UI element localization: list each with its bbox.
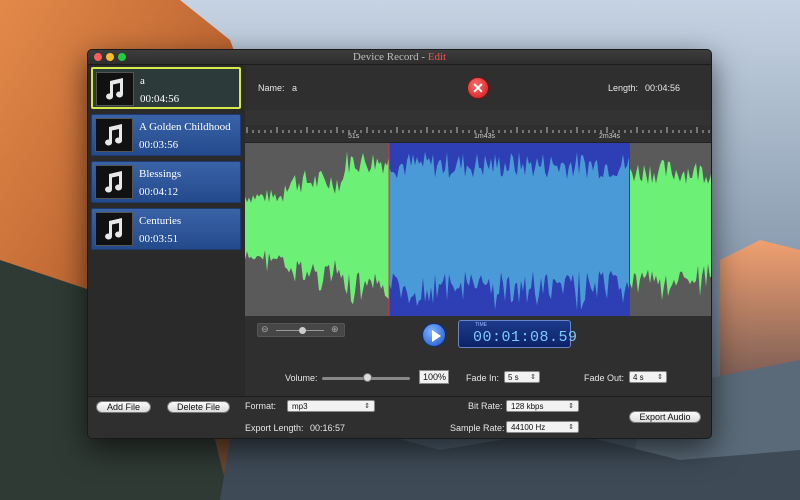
music-note-icon xyxy=(95,165,133,199)
track-duration: 00:04:12 xyxy=(139,186,179,198)
fade-out-value: 4 s xyxy=(633,373,644,382)
waveform-right xyxy=(630,159,711,301)
close-icon: ✕ xyxy=(472,80,484,96)
track-item-a[interactable]: a 00:04:56 xyxy=(91,67,241,109)
waveform-view[interactable] xyxy=(245,143,712,316)
bit-rate-label: Bit Rate: xyxy=(468,401,503,411)
music-note-icon xyxy=(96,72,134,106)
track-name: Blessings xyxy=(139,168,182,180)
music-note-icon xyxy=(95,118,133,152)
waveform-left xyxy=(245,151,389,305)
fade-out-select[interactable]: 4 s ⇕ xyxy=(629,371,667,383)
window-title-mode: Edit xyxy=(427,51,447,63)
fade-out-label: Fade Out: xyxy=(584,373,625,383)
export-length-label: Export Length: xyxy=(245,423,304,433)
add-file-button[interactable]: Add File xyxy=(96,401,151,413)
length-value: 00:04:56 xyxy=(645,83,681,93)
time-caption: TIME xyxy=(475,322,487,328)
delete-file-button[interactable]: Delete File xyxy=(167,401,230,413)
track-duration: 00:03:51 xyxy=(139,233,179,245)
name-value: a xyxy=(292,83,298,93)
select-arrow-icon: ⇕ xyxy=(657,374,663,381)
ruler-mark: 51s xyxy=(348,133,360,140)
format-value: mp3 xyxy=(292,402,308,411)
zoom-knob[interactable] xyxy=(299,327,306,334)
sample-rate-label: Sample Rate: xyxy=(450,423,505,433)
format-select[interactable]: mp3 ⇕ xyxy=(287,400,375,412)
export-bar: Add File Delete File Format: mp3 ⇕ Expor… xyxy=(88,396,711,438)
time-ruler: 51s 1m43s 2m34s xyxy=(245,125,711,143)
volume-label: Volume: xyxy=(285,373,318,383)
track-item-centuries[interactable]: Centuries 00:03:51 xyxy=(91,208,241,250)
time-value: 00:01:08.59 xyxy=(473,329,578,346)
bit-rate-value: 128 kbps xyxy=(511,402,544,411)
zoom-window-button[interactable] xyxy=(118,53,126,61)
music-note-icon xyxy=(95,212,133,246)
zoom-slider[interactable]: ⊖ ⊕ xyxy=(257,323,345,337)
select-arrow-icon: ⇕ xyxy=(364,403,370,410)
track-info-bar: Name: a ✕ Length: 00:04:56 xyxy=(245,65,711,110)
track-item-blessings[interactable]: Blessings 00:04:12 xyxy=(91,161,241,203)
volume-knob[interactable] xyxy=(363,373,372,382)
select-arrow-icon: ⇕ xyxy=(568,424,574,431)
time-display: TIME 00:01:08.59 xyxy=(458,320,577,348)
bit-rate-select[interactable]: 128 kbps ⇕ xyxy=(506,400,579,412)
app-window: Device Record - Edit a 00:04:56 A Golden… xyxy=(87,49,712,439)
track-list: a 00:04:56 A Golden Childhood 00:03:56 B… xyxy=(88,65,245,396)
track-name: A Golden Childhood xyxy=(139,121,231,133)
remove-track-button[interactable]: ✕ xyxy=(467,77,489,99)
zoom-out-icon[interactable]: ⊖ xyxy=(261,324,269,335)
title-bar: Device Record - Edit xyxy=(88,50,711,65)
window-title: Device Record - xyxy=(352,51,425,63)
close-window-button[interactable] xyxy=(94,53,102,61)
export-audio-button[interactable]: Export Audio xyxy=(629,411,701,423)
track-name: Centuries xyxy=(139,215,182,227)
volume-value-field[interactable]: 100% xyxy=(419,370,449,384)
waveform[interactable] xyxy=(245,143,712,316)
editor-panel: Name: a ✕ Length: 00:04:56 51s 1m43s 2m3… xyxy=(245,65,712,396)
track-duration: 00:04:56 xyxy=(140,93,180,105)
select-arrow-icon: ⇕ xyxy=(568,403,574,410)
ruler-mark: 1m43s xyxy=(474,133,496,140)
sample-rate-select[interactable]: 44100 Hz ⇕ xyxy=(506,421,579,433)
minimize-window-button[interactable] xyxy=(106,53,114,61)
playback-controls: ⊖ ⊕ TIME 00:01:08.59 Volume: 100% Fade I… xyxy=(245,316,711,396)
fade-in-select[interactable]: 5 s ⇕ xyxy=(504,371,540,383)
fade-in-label: Fade In: xyxy=(466,373,500,383)
sample-rate-value: 44100 Hz xyxy=(511,423,546,432)
name-label: Name: xyxy=(258,83,285,93)
export-length-value: 00:16:57 xyxy=(310,423,346,433)
length-label: Length: xyxy=(608,83,639,93)
track-name: a xyxy=(140,75,145,87)
track-item-a-golden-childhood[interactable]: A Golden Childhood 00:03:56 xyxy=(91,114,241,156)
play-button[interactable] xyxy=(422,323,446,347)
format-label: Format: xyxy=(245,401,277,411)
zoom-in-icon[interactable]: ⊕ xyxy=(331,324,339,335)
select-arrow-icon: ⇕ xyxy=(530,374,536,381)
ruler-mark: 2m34s xyxy=(599,133,621,140)
fade-in-value: 5 s xyxy=(508,373,519,382)
track-duration: 00:03:56 xyxy=(139,139,179,151)
